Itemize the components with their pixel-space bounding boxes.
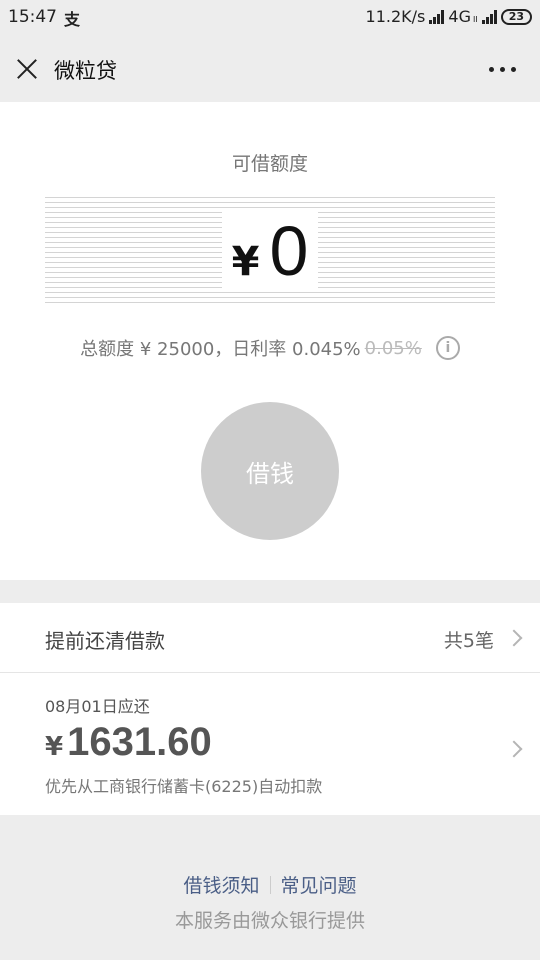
due-amount: 1631.60 [67, 720, 212, 764]
nav-bar: 微粒贷 [0, 36, 540, 102]
network-speed: 11.2K/s [365, 7, 426, 26]
service-provider-note: 本服务由微众银行提供 [174, 910, 365, 932]
available-amount: 0 [269, 212, 309, 290]
auto-debit-note: 优先从工商银行储蓄卡(6225)自动扣款 [45, 777, 323, 796]
signal-icon-2 [481, 9, 497, 24]
battery-icon: 23 [500, 8, 532, 25]
original-rate: 0.05% [364, 337, 422, 359]
borrow-notice-link[interactable]: 借钱须知 [183, 871, 259, 898]
chevron-right-icon [505, 629, 523, 647]
clock: 15:47 [8, 7, 57, 27]
total-quota-rate: 总额度 ¥ 25000，日利率 0.045% [80, 339, 361, 360]
signal-icon [429, 9, 445, 24]
repayment-card: 提前还清借款 共5笔 08月01日应还 ¥ 1631.60 优先从工商银行储蓄卡… [0, 603, 540, 815]
network-type: 4G [448, 7, 471, 26]
page-title: 微粒贷 [54, 59, 117, 83]
early-repay-title: 提前还清借款 [45, 629, 165, 653]
due-amount-group: ¥ 1631.60 [45, 720, 212, 765]
more-options-icon[interactable] [489, 67, 516, 72]
info-icon[interactable]: i [435, 336, 460, 360]
chevron-right-icon [505, 740, 523, 758]
faq-link[interactable]: 常见问题 [281, 871, 357, 898]
early-repay-row[interactable]: 提前还清借款 共5笔 [0, 603, 540, 673]
alipay-notification-icon: 支 [64, 10, 81, 29]
loan-quota-card: 可借额度 ¥ 0 总额度 ¥ 25000，日利率 0.045% 0.05% i … [0, 102, 540, 580]
currency-symbol: ¥ [231, 239, 260, 285]
rate-line: 总额度 ¥ 25000，日利率 0.045% 0.05% i [0, 335, 540, 361]
close-icon[interactable] [14, 56, 40, 82]
borrow-button[interactable]: 借钱 [201, 402, 339, 540]
due-date: 08月01日应还 [45, 697, 150, 716]
due-currency: ¥ [45, 732, 64, 762]
footer-links: 借钱须知 常见问题 [0, 871, 540, 898]
loan-count: 共5笔 [443, 630, 494, 652]
link-divider [269, 875, 271, 894]
status-bar: 15:47 支 11.2K/s 4G II 23 [0, 0, 540, 36]
available-quota-label: 可借额度 [231, 153, 308, 175]
network-type-sup: II [472, 15, 478, 24]
quota-amount-panel: ¥ 0 [45, 197, 495, 305]
